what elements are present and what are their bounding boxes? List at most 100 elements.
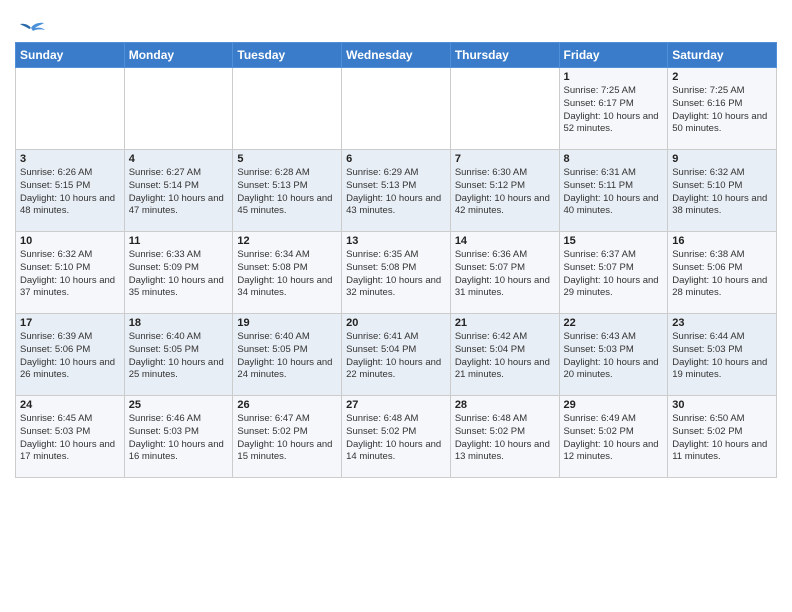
calendar-cell: 29 Sunrise: 6:49 AM Sunset: 5:02 PM Dayli… [559, 396, 668, 478]
day-number: 17 [20, 317, 120, 329]
logo-bird-icon [17, 18, 45, 38]
cell-sun-info: Sunrise: 6:50 AM Sunset: 5:02 PM Dayligh… [672, 413, 772, 464]
day-number: 10 [20, 235, 120, 247]
calendar-cell: 1Sunrise: 7:25 AM Sunset: 6:17 PM Daylig… [559, 68, 668, 150]
calendar-cell: 10 Sunrise: 6:32 AM Sunset: 5:10 PM Dayli… [16, 232, 125, 314]
cell-sun-info: Sunrise: 6:48 AM Sunset: 5:02 PM Dayligh… [455, 413, 555, 464]
col-header-wednesday: Wednesday [342, 43, 451, 68]
day-number: 5 [237, 153, 337, 165]
day-number: 26 [237, 399, 337, 411]
col-header-saturday: Saturday [668, 43, 777, 68]
day-number: 30 [672, 399, 772, 411]
day-number: 20 [346, 317, 446, 329]
cell-sun-info: Sunrise: 6:32 AM Sunset: 5:10 PM Dayligh… [20, 249, 120, 300]
calendar-cell: 17Sunrise: 6:39 AM Sunset: 5:06 PM Dayli… [16, 314, 125, 396]
calendar-week-row: 17Sunrise: 6:39 AM Sunset: 5:06 PM Dayli… [16, 314, 777, 396]
cell-sun-info: Sunrise: 6:27 AM Sunset: 5:14 PM Dayligh… [129, 167, 229, 218]
day-number: 21 [455, 317, 555, 329]
calendar-cell: 13 Sunrise: 6:35 AM Sunset: 5:08 PM Dayli… [342, 232, 451, 314]
cell-sun-info: Sunrise: 6:40 AM Sunset: 5:05 PM Dayligh… [237, 331, 337, 382]
calendar-week-row: 10 Sunrise: 6:32 AM Sunset: 5:10 PM Dayli… [16, 232, 777, 314]
calendar-cell: 28 Sunrise: 6:48 AM Sunset: 5:02 PM Dayli… [450, 396, 559, 478]
calendar-week-row: 1Sunrise: 7:25 AM Sunset: 6:17 PM Daylig… [16, 68, 777, 150]
day-number: 18 [129, 317, 229, 329]
cell-sun-info: Sunrise: 6:36 AM Sunset: 5:07 PM Dayligh… [455, 249, 555, 300]
header [15, 10, 777, 38]
cell-sun-info: Sunrise: 6:47 AM Sunset: 5:02 PM Dayligh… [237, 413, 337, 464]
cell-sun-info: Sunrise: 7:25 AM Sunset: 6:16 PM Dayligh… [672, 85, 772, 136]
day-number: 29 [564, 399, 664, 411]
day-number: 19 [237, 317, 337, 329]
cell-sun-info: Sunrise: 6:35 AM Sunset: 5:08 PM Dayligh… [346, 249, 446, 300]
calendar-cell: 6 Sunrise: 6:29 AM Sunset: 5:13 PM Daylig… [342, 150, 451, 232]
col-header-thursday: Thursday [450, 43, 559, 68]
cell-sun-info: Sunrise: 6:28 AM Sunset: 5:13 PM Dayligh… [237, 167, 337, 218]
cell-sun-info: Sunrise: 6:38 AM Sunset: 5:06 PM Dayligh… [672, 249, 772, 300]
calendar-cell: 15Sunrise: 6:37 AM Sunset: 5:07 PM Dayli… [559, 232, 668, 314]
cell-sun-info: Sunrise: 6:26 AM Sunset: 5:15 PM Dayligh… [20, 167, 120, 218]
cell-sun-info: Sunrise: 6:32 AM Sunset: 5:10 PM Dayligh… [672, 167, 772, 218]
day-number: 2 [672, 71, 772, 83]
calendar-cell: 22 Sunrise: 6:43 AM Sunset: 5:03 PM Dayli… [559, 314, 668, 396]
calendar-cell: 7Sunrise: 6:30 AM Sunset: 5:12 PM Daylig… [450, 150, 559, 232]
col-header-monday: Monday [124, 43, 233, 68]
cell-sun-info: Sunrise: 6:31 AM Sunset: 5:11 PM Dayligh… [564, 167, 664, 218]
cell-sun-info: Sunrise: 6:30 AM Sunset: 5:12 PM Dayligh… [455, 167, 555, 218]
calendar-cell: 11 Sunrise: 6:33 AM Sunset: 5:09 PM Dayli… [124, 232, 233, 314]
day-number: 12 [237, 235, 337, 247]
cell-sun-info: Sunrise: 6:37 AM Sunset: 5:07 PM Dayligh… [564, 249, 664, 300]
cell-sun-info: Sunrise: 6:42 AM Sunset: 5:04 PM Dayligh… [455, 331, 555, 382]
col-header-tuesday: Tuesday [233, 43, 342, 68]
cell-sun-info: Sunrise: 6:33 AM Sunset: 5:09 PM Dayligh… [129, 249, 229, 300]
day-number: 16 [672, 235, 772, 247]
cell-sun-info: Sunrise: 6:29 AM Sunset: 5:13 PM Dayligh… [346, 167, 446, 218]
cell-sun-info: Sunrise: 6:44 AM Sunset: 5:03 PM Dayligh… [672, 331, 772, 382]
day-number: 27 [346, 399, 446, 411]
calendar-cell: 8Sunrise: 6:31 AM Sunset: 5:11 PM Daylig… [559, 150, 668, 232]
cell-sun-info: Sunrise: 6:45 AM Sunset: 5:03 PM Dayligh… [20, 413, 120, 464]
calendar-cell: 27 Sunrise: 6:48 AM Sunset: 5:02 PM Dayli… [342, 396, 451, 478]
calendar-body: 1Sunrise: 7:25 AM Sunset: 6:17 PM Daylig… [16, 68, 777, 478]
calendar-cell: 2 Sunrise: 7:25 AM Sunset: 6:16 PM Daylig… [668, 68, 777, 150]
calendar-cell: 12 Sunrise: 6:34 AM Sunset: 5:08 PM Dayli… [233, 232, 342, 314]
cell-sun-info: Sunrise: 6:48 AM Sunset: 5:02 PM Dayligh… [346, 413, 446, 464]
calendar-cell: 18 Sunrise: 6:40 AM Sunset: 5:05 PM Dayli… [124, 314, 233, 396]
calendar-cell: 21 Sunrise: 6:42 AM Sunset: 5:04 PM Dayli… [450, 314, 559, 396]
cell-sun-info: Sunrise: 6:46 AM Sunset: 5:03 PM Dayligh… [129, 413, 229, 464]
calendar-cell [342, 68, 451, 150]
calendar-header-row: SundayMondayTuesdayWednesdayThursdayFrid… [16, 43, 777, 68]
calendar-week-row: 3 Sunrise: 6:26 AM Sunset: 5:15 PM Daylig… [16, 150, 777, 232]
calendar-cell: 14 Sunrise: 6:36 AM Sunset: 5:07 PM Dayli… [450, 232, 559, 314]
calendar-cell: 20 Sunrise: 6:41 AM Sunset: 5:04 PM Dayli… [342, 314, 451, 396]
calendar-cell: 9 Sunrise: 6:32 AM Sunset: 5:10 PM Daylig… [668, 150, 777, 232]
cell-sun-info: Sunrise: 6:41 AM Sunset: 5:04 PM Dayligh… [346, 331, 446, 382]
day-number: 28 [455, 399, 555, 411]
day-number: 13 [346, 235, 446, 247]
cell-sun-info: Sunrise: 6:34 AM Sunset: 5:08 PM Dayligh… [237, 249, 337, 300]
calendar-cell: 4Sunrise: 6:27 AM Sunset: 5:14 PM Daylig… [124, 150, 233, 232]
day-number: 6 [346, 153, 446, 165]
calendar-cell: 3 Sunrise: 6:26 AM Sunset: 5:15 PM Daylig… [16, 150, 125, 232]
cell-sun-info: Sunrise: 6:49 AM Sunset: 5:02 PM Dayligh… [564, 413, 664, 464]
calendar-cell: 23Sunrise: 6:44 AM Sunset: 5:03 PM Dayli… [668, 314, 777, 396]
day-number: 14 [455, 235, 555, 247]
logo [15, 18, 45, 38]
calendar-cell: 5 Sunrise: 6:28 AM Sunset: 5:13 PM Daylig… [233, 150, 342, 232]
calendar-cell: 25 Sunrise: 6:46 AM Sunset: 5:03 PM Dayli… [124, 396, 233, 478]
cell-sun-info: Sunrise: 7:25 AM Sunset: 6:17 PM Dayligh… [564, 85, 664, 136]
calendar-table: SundayMondayTuesdayWednesdayThursdayFrid… [15, 42, 777, 478]
calendar-cell: 24 Sunrise: 6:45 AM Sunset: 5:03 PM Dayli… [16, 396, 125, 478]
calendar-cell: 19 Sunrise: 6:40 AM Sunset: 5:05 PM Dayli… [233, 314, 342, 396]
day-number: 24 [20, 399, 120, 411]
cell-sun-info: Sunrise: 6:40 AM Sunset: 5:05 PM Dayligh… [129, 331, 229, 382]
calendar-cell [233, 68, 342, 150]
day-number: 25 [129, 399, 229, 411]
day-number: 11 [129, 235, 229, 247]
day-number: 9 [672, 153, 772, 165]
calendar-cell: 30 Sunrise: 6:50 AM Sunset: 5:02 PM Dayli… [668, 396, 777, 478]
cell-sun-info: Sunrise: 6:43 AM Sunset: 5:03 PM Dayligh… [564, 331, 664, 382]
day-number: 3 [20, 153, 120, 165]
calendar-week-row: 24 Sunrise: 6:45 AM Sunset: 5:03 PM Dayli… [16, 396, 777, 478]
calendar-cell [124, 68, 233, 150]
day-number: 22 [564, 317, 664, 329]
